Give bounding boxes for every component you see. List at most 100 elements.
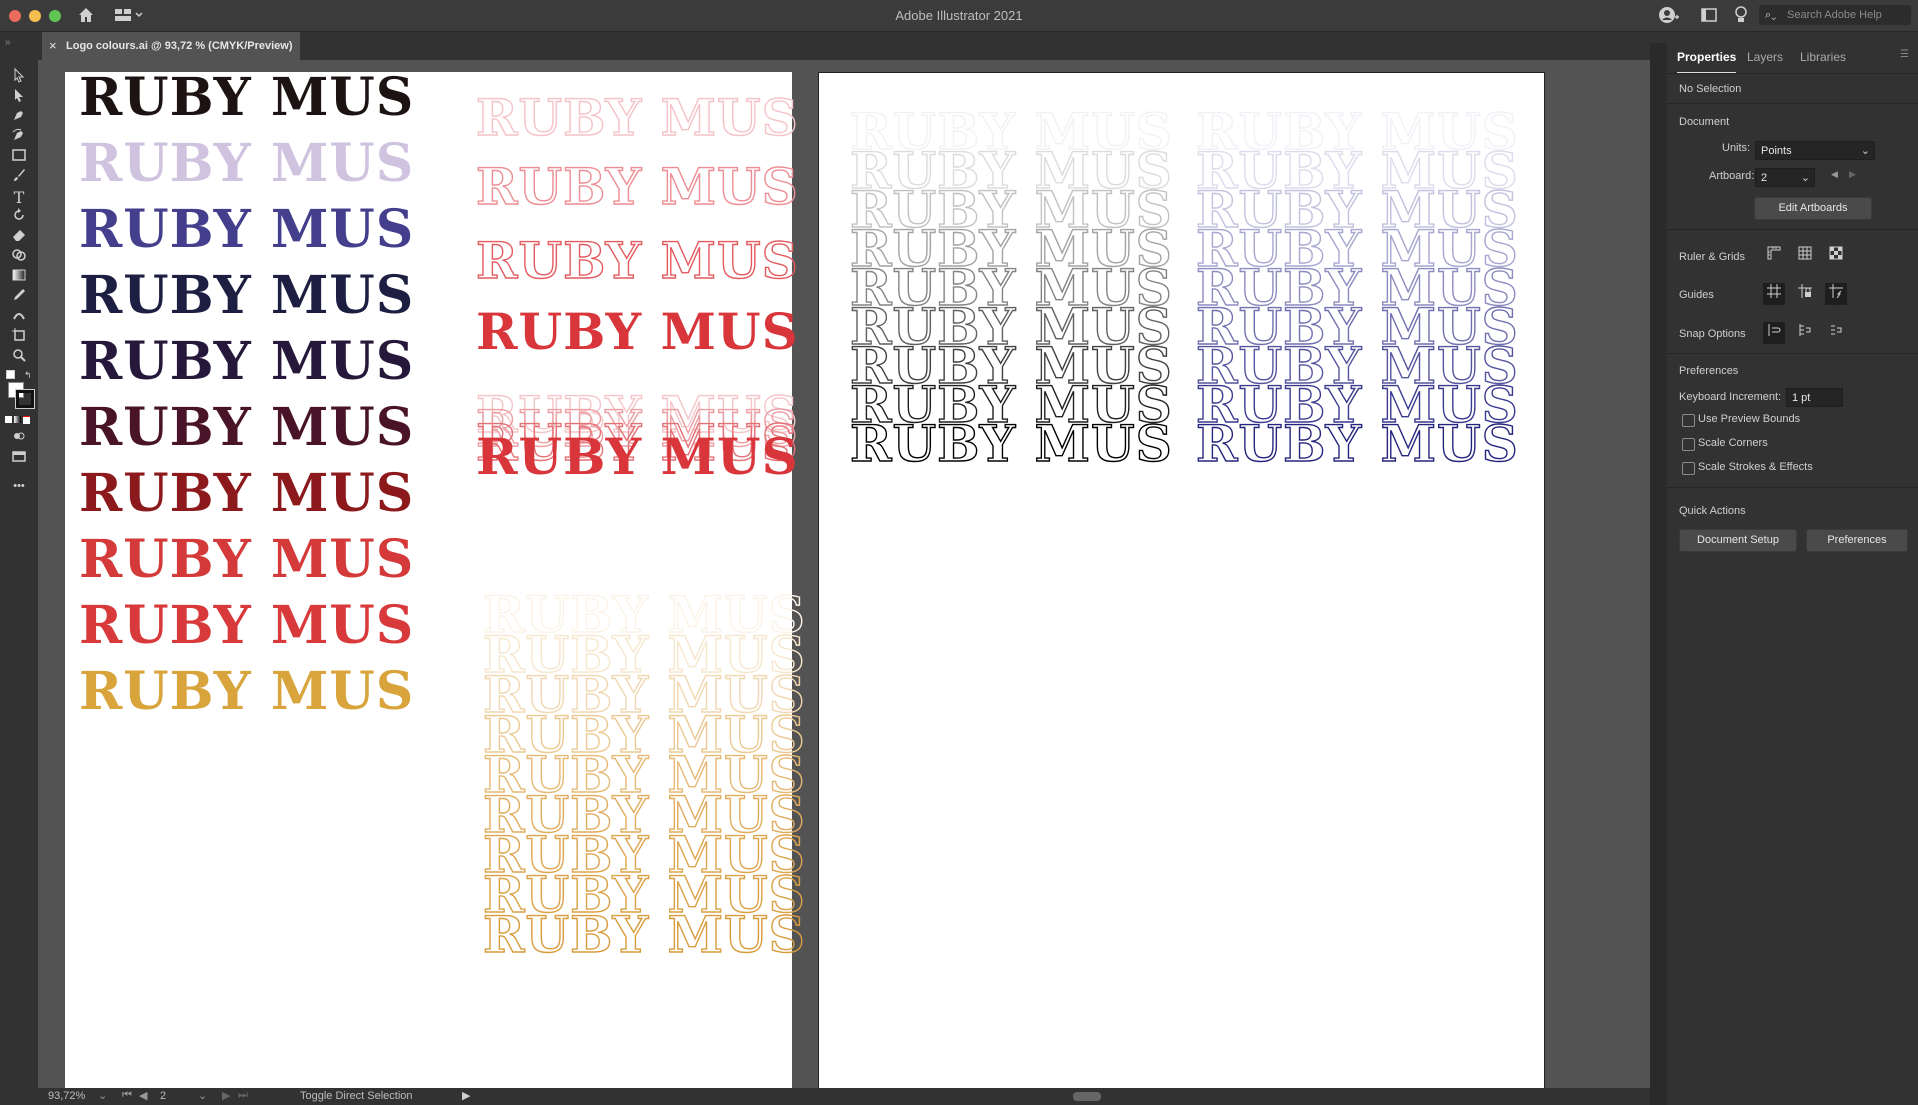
scale-strokes-checkbox[interactable] — [1682, 462, 1695, 475]
next-artboard-icon[interactable]: ▶ — [222, 1089, 230, 1102]
properties-panel: Properties Layers Libraries ☰ No Selecti… — [1667, 43, 1918, 1105]
panel-menu-icon[interactable]: ☰ — [1900, 49, 1909, 60]
zoom-tool-icon[interactable] — [7, 347, 31, 369]
previous-artboard-icon[interactable]: ◀ — [139, 1089, 147, 1102]
logo-text-solid[interactable]: RUBY MUS — [79, 468, 414, 520]
panel-divider — [1667, 103, 1918, 104]
chevron-down-icon: ⌄ — [1800, 172, 1810, 184]
logo-text-outline[interactable]: RUBY MUS — [475, 161, 799, 212]
scale-corners-checkbox[interactable] — [1682, 438, 1695, 451]
lock-guides-icon[interactable] — [1794, 283, 1816, 305]
edit-toolbar-icon[interactable]: ••• — [7, 475, 31, 497]
search-icon: ⌕⌄ — [1765, 9, 1777, 21]
guides-label: Guides — [1679, 289, 1714, 301]
logo-text-outline[interactable]: RUBY MUS — [475, 92, 799, 143]
collapse-toolbar-icon[interactable]: » — [5, 37, 11, 48]
rotate-tool-icon[interactable] — [7, 207, 31, 229]
logo-text-outline[interactable]: RUBY MUS — [849, 418, 1173, 469]
zoom-dropdown-icon[interactable]: ⌄ — [98, 1089, 107, 1102]
status-bar: 93,72% ⌄ ⏮ ◀ 2 ⌄ ▶ ⏭ Toggle Direct Selec… — [0, 1088, 1650, 1105]
direct-selection-tool-icon[interactable] — [7, 87, 31, 109]
title-bar: Adobe Illustrator 2021 ⌕⌄ Search Adobe H… — [0, 0, 1918, 32]
logo-text-solid[interactable]: RUBY MUS — [79, 600, 414, 652]
first-artboard-icon[interactable]: ⏮ — [122, 1089, 132, 1102]
logo-text-outline[interactable]: RUBY MUS — [482, 909, 806, 960]
units-select[interactable]: Points ⌄ — [1755, 141, 1875, 160]
document-heading: Document — [1679, 116, 1730, 128]
selection-status: No Selection — [1679, 83, 1742, 95]
rectangle-tool-icon[interactable] — [7, 147, 31, 169]
quick-actions-heading: Quick Actions — [1679, 505, 1746, 517]
keyboard-increment-input[interactable]: 1 pt — [1786, 388, 1843, 407]
edit-artboards-button[interactable]: Edit Artboards — [1754, 197, 1872, 220]
tab-properties[interactable]: Properties — [1677, 43, 1737, 74]
logo-text-solid[interactable]: RUBY MUS — [79, 204, 414, 256]
artboard-dropdown-icon[interactable]: ⌄ — [198, 1089, 207, 1102]
stroke-swatch[interactable] — [16, 390, 34, 408]
tab-layers[interactable]: Layers — [1747, 43, 1783, 72]
horizontal-scrollbar[interactable] — [480, 1090, 1650, 1103]
transparency-grid-icon[interactable] — [1825, 245, 1847, 267]
selection-tool-icon[interactable] — [7, 67, 31, 89]
logo-text-solid[interactable]: RUBY MUS — [79, 534, 414, 586]
snap-to-pixel-icon[interactable] — [1794, 322, 1816, 344]
artboard-tool-icon[interactable] — [7, 327, 31, 349]
lightbulb-icon[interactable] — [1733, 5, 1749, 25]
logo-text-solid[interactable]: RUBY MUS — [79, 402, 414, 454]
type-tool-icon[interactable]: T — [7, 187, 31, 209]
logo-text-solid[interactable]: RUBY MUS — [476, 307, 799, 357]
document-tab[interactable]: × Logo colours.ai @ 93,72 % (CMYK/Previe… — [42, 32, 300, 60]
share-user-icon[interactable] — [1657, 5, 1681, 25]
eyedropper-tool-icon[interactable] — [7, 287, 31, 309]
horizontal-scroll-thumb[interactable] — [1073, 1092, 1101, 1101]
previous-artboard-arrow-icon[interactable]: ◀ — [1831, 169, 1838, 180]
draw-mode-icon[interactable] — [7, 428, 31, 450]
grid-icon[interactable] — [1794, 245, 1816, 267]
screen-mode-icon[interactable] — [7, 448, 31, 470]
logo-text-solid[interactable]: RUBY MUS — [79, 72, 414, 124]
snap-to-glyph-icon[interactable] — [1825, 322, 1847, 344]
default-colors-icon[interactable] — [6, 370, 15, 379]
swap-colors-icon[interactable]: ↰ — [24, 370, 32, 381]
status-tool-hint: Toggle Direct Selection — [300, 1090, 413, 1102]
artboard-number[interactable]: 2 — [160, 1090, 166, 1102]
show-guides-icon[interactable] — [1763, 283, 1785, 305]
logo-text-solid[interactable]: RUBY MUS — [79, 666, 414, 718]
status-menu-icon[interactable]: ▶ — [462, 1089, 470, 1102]
logo-text-solid[interactable]: RUBY MUS — [79, 336, 414, 388]
next-artboard-arrow-icon[interactable]: ▶ — [1849, 169, 1856, 180]
curvature-tool-icon[interactable] — [7, 127, 31, 149]
tab-libraries[interactable]: Libraries — [1800, 43, 1846, 72]
smart-guides-icon[interactable] — [1825, 283, 1847, 305]
logo-text-outline[interactable]: RUBY MUS — [475, 235, 799, 286]
app-title: Adobe Illustrator 2021 — [895, 8, 1023, 23]
rulers-icon[interactable] — [1763, 245, 1785, 267]
puppet-warp-tool-icon[interactable] — [7, 307, 31, 329]
logo-text-solid[interactable]: RUBY MUS — [476, 432, 799, 482]
panel-dock-gutter — [1650, 43, 1667, 1105]
last-artboard-icon[interactable]: ⏭ — [238, 1089, 248, 1102]
close-tab-icon[interactable]: × — [49, 32, 57, 60]
arrange-documents-icon[interactable] — [1700, 6, 1718, 24]
artboard-select[interactable]: 2 ⌄ — [1755, 168, 1815, 187]
canvas[interactable]: RUBY MUS RUBY MUS RUBY MUS RUBY MUS RUBY MUS… — [38, 60, 1650, 1090]
logo-text-outline[interactable]: RUBY MUS — [1195, 418, 1519, 469]
fill-stroke-swatch[interactable]: ↰ — [6, 370, 34, 408]
preferences-button[interactable]: Preferences — [1806, 529, 1908, 552]
use-preview-bounds-label: Use Preview Bounds — [1698, 413, 1801, 425]
panel-divider — [1667, 487, 1918, 488]
shape-builder-tool-icon[interactable] — [7, 247, 31, 269]
use-preview-bounds-checkbox[interactable] — [1682, 414, 1695, 427]
search-help-input[interactable]: ⌕⌄ Search Adobe Help — [1759, 5, 1911, 25]
search-placeholder: Search Adobe Help — [1787, 9, 1882, 21]
snap-to-point-icon[interactable] — [1763, 322, 1785, 344]
paintbrush-tool-icon[interactable] — [7, 167, 31, 189]
eraser-tool-icon[interactable] — [7, 227, 31, 249]
gradient-tool-icon[interactable] — [7, 267, 31, 289]
color-mode-buttons[interactable] — [5, 416, 33, 424]
logo-text-solid[interactable]: RUBY MUS — [79, 270, 414, 322]
pen-tool-icon[interactable] — [7, 107, 31, 129]
logo-text-solid[interactable]: RUBY MUS — [79, 138, 414, 190]
document-setup-button[interactable]: Document Setup — [1679, 529, 1797, 552]
zoom-level[interactable]: 93,72% — [48, 1090, 85, 1102]
